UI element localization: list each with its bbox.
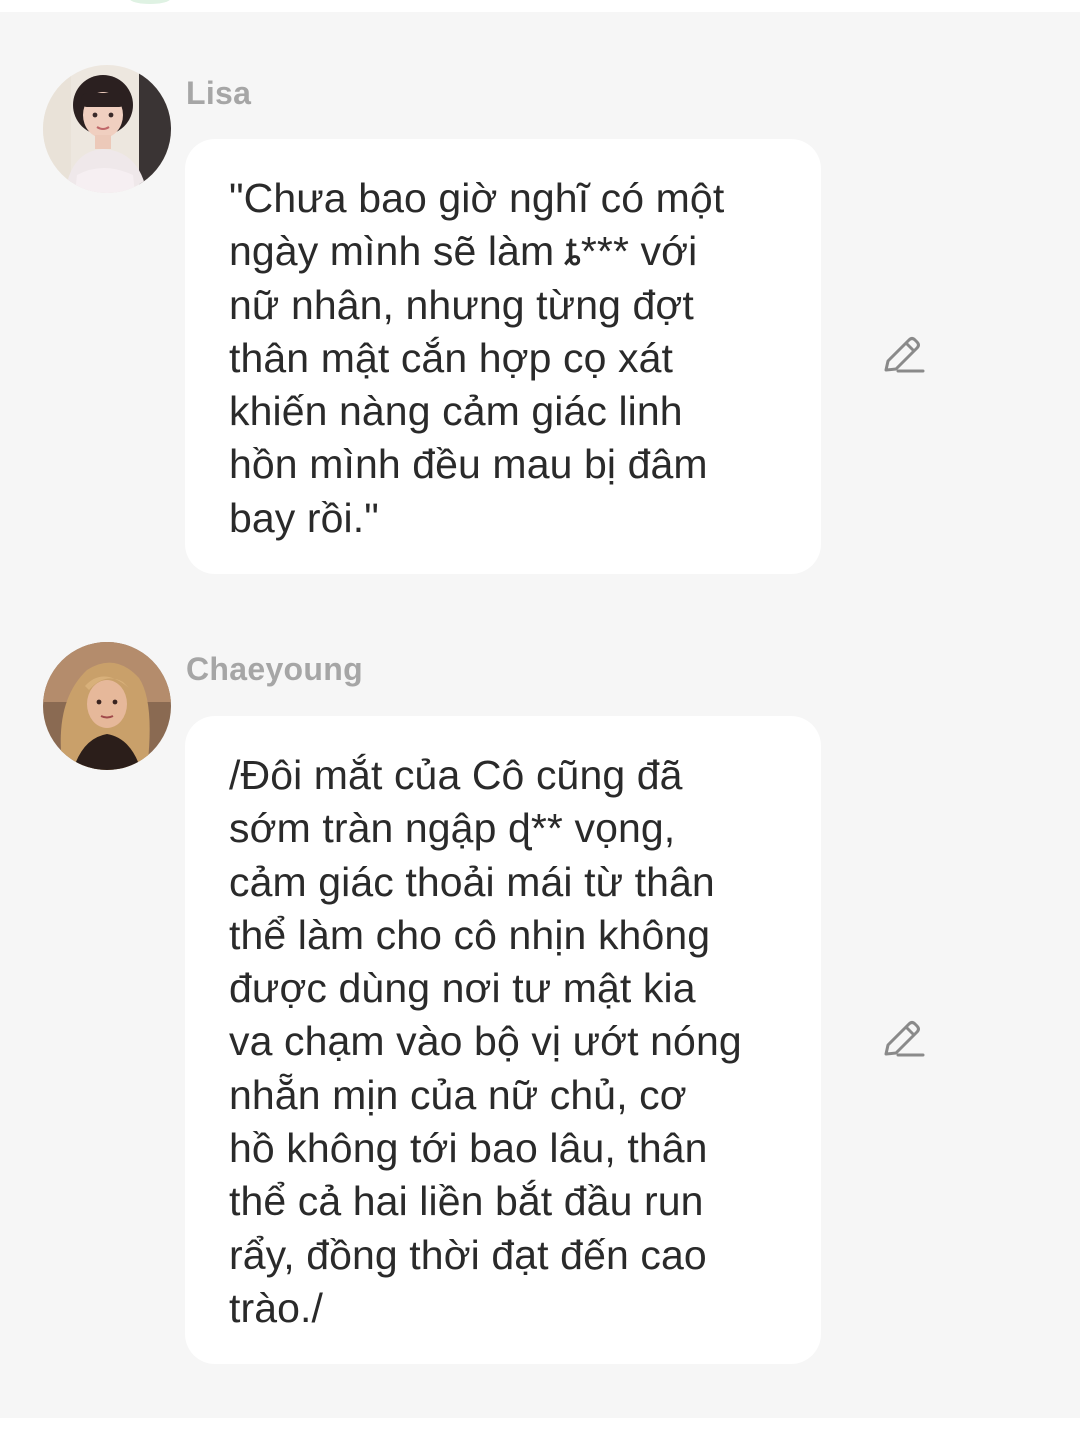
bottom-footer-strip — [0, 1418, 1080, 1429]
message-bubble[interactable]: "Chưa bao giờ nghĩ có một ngày mình sẽ l… — [185, 139, 821, 574]
sender-name: Chaeyoung — [186, 651, 363, 687]
sender-name: Lisa — [186, 75, 252, 111]
message-bubble[interactable]: /Đôi mắt của Cô cũng đã sớm tràn ngập ɖ*… — [185, 716, 821, 1364]
message-text: /Đôi mắt của Cô cũng đã sớm tràn ngập ɖ*… — [229, 752, 742, 1331]
top-header-strip — [0, 0, 1080, 12]
message-text: "Chưa bao giờ nghĩ có một ngày mình sẽ l… — [229, 175, 725, 541]
pencil-edit-icon[interactable] — [880, 336, 926, 376]
pencil-edit-icon[interactable] — [880, 1020, 926, 1060]
header-accent-edge — [130, 0, 170, 4]
user-avatar[interactable] — [43, 642, 171, 770]
user-avatar[interactable] — [43, 65, 171, 193]
